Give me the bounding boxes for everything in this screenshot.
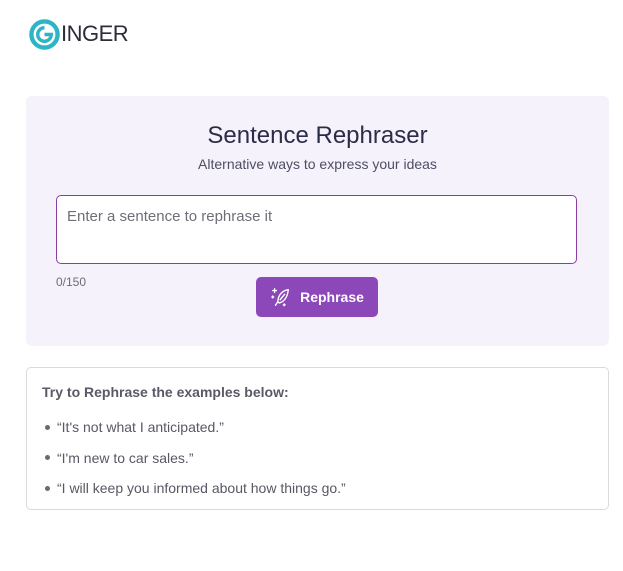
page-subtitle: Alternative ways to express your ideas bbox=[198, 156, 437, 172]
example-item[interactable]: “I'm new to car sales.” bbox=[42, 443, 346, 474]
rephrase-button-label: Rephrase bbox=[300, 289, 364, 305]
magic-quill-icon bbox=[271, 288, 290, 307]
example-text: “I will keep you informed about how thin… bbox=[57, 480, 346, 497]
example-text: “I'm new to car sales.” bbox=[57, 449, 194, 466]
sentence-input-container bbox=[56, 195, 577, 264]
rephrase-button[interactable]: Rephrase bbox=[256, 277, 378, 317]
logo-text: INGER bbox=[61, 21, 129, 46]
rephraser-card: Sentence Rephraser Alternative ways to e… bbox=[26, 96, 609, 346]
bullet-icon bbox=[45, 485, 50, 491]
example-item[interactable]: “I will keep you informed about how thin… bbox=[42, 473, 346, 504]
examples-title: Try to Rephrase the examples below: bbox=[42, 384, 289, 400]
examples-card: Try to Rephrase the examples below: “It'… bbox=[26, 367, 609, 510]
bullet-icon bbox=[45, 455, 50, 461]
sentence-input[interactable] bbox=[57, 196, 576, 263]
bullet-icon bbox=[45, 424, 50, 430]
ginger-logo-mark-icon bbox=[29, 18, 60, 50]
page: INGER Sentence Rephraser Alternative way… bbox=[0, 0, 623, 571]
page-title: Sentence Rephraser bbox=[207, 122, 428, 149]
ginger-logo[interactable]: INGER bbox=[29, 18, 129, 50]
example-item[interactable]: “It's not what I anticipated.” bbox=[42, 412, 346, 443]
character-counter: 0/150 bbox=[56, 275, 87, 289]
example-text: “It's not what I anticipated.” bbox=[57, 419, 224, 436]
examples-list: “It's not what I anticipated.” “I'm new … bbox=[42, 412, 346, 504]
